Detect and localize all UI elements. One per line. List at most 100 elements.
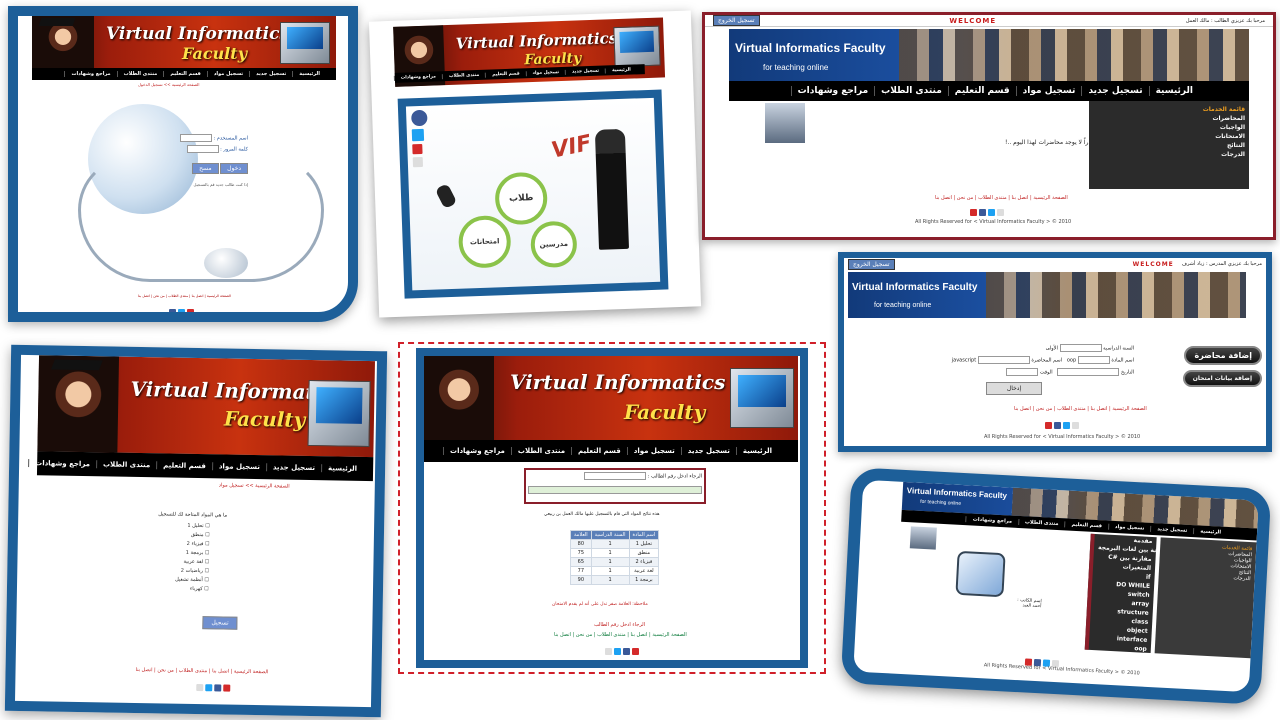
youtube-icon[interactable] (632, 648, 639, 655)
add-lecture-button[interactable]: إضافة محاضرة (1184, 346, 1262, 365)
google-icon[interactable] (196, 684, 204, 692)
register-note[interactable]: إذا كنت طالب جديد قم بالتسجيل (158, 182, 248, 187)
menu-item-results[interactable]: النتائج (1089, 141, 1249, 150)
menu-item-grades[interactable]: الدرجات (1089, 150, 1249, 159)
nav-education[interactable]: قسم التعليم (156, 461, 212, 471)
nav-courses[interactable]: تسجيل مواد (211, 462, 266, 472)
nav-register[interactable]: تسجيل جديد (1150, 525, 1194, 535)
nav-references[interactable]: مراجع وشهادات (393, 73, 443, 81)
twitter-icon[interactable] (614, 648, 621, 655)
menu-item-exams[interactable]: الامتحانات (1089, 132, 1249, 141)
nav-register[interactable]: تسجيل جديد (680, 447, 736, 455)
username-input[interactable] (179, 134, 212, 142)
nav-references[interactable]: مراجع وشهادات (64, 71, 116, 77)
submit-lecture-button[interactable]: إدخال (985, 382, 1043, 395)
facebook-icon[interactable] (1054, 422, 1061, 429)
facebook-icon[interactable] (411, 109, 428, 127)
nav-register[interactable]: تسجيل جديد (564, 67, 606, 75)
youtube-icon[interactable] (187, 309, 194, 312)
clear-button[interactable]: مسح (192, 163, 219, 174)
nav-register[interactable]: تسجيل جديد (249, 71, 292, 77)
footer-links[interactable]: الصفحة الرئيسية | اتصل بنا | منتدى الطلا… (554, 632, 687, 638)
nav-education[interactable]: قسم التعليم (163, 71, 206, 77)
footer-links[interactable]: الصفحة الرئيسية | اتصل بنا | منتدى الطلا… (138, 294, 231, 298)
no-lectures-message: عذراً لا يوجد محاضرات لهذا اليوم ..! (1005, 139, 1096, 146)
author-name: أحمد العبد (1022, 603, 1042, 610)
course-option[interactable]: ☐ كهرباء (175, 585, 209, 595)
facebook-icon[interactable] (979, 209, 986, 216)
table-row: برمجة 1 1 90 (570, 575, 660, 585)
youtube-icon[interactable] (970, 209, 977, 216)
google-icon[interactable] (997, 209, 1004, 216)
course-select[interactable] (1077, 356, 1110, 364)
search-button[interactable] (528, 486, 702, 494)
nav-courses[interactable]: تسجيل مواد (626, 447, 681, 455)
nav-courses[interactable]: تسجيل مواد (206, 71, 249, 77)
footer-links[interactable]: الصفحة الرئيسية | اتصل بنا | منتدى الطلا… (136, 667, 269, 675)
nav-home[interactable]: الرئيسية (320, 464, 364, 473)
nav-references[interactable]: مراجع وشهادات (443, 447, 511, 455)
copyright: All Rights Reserved for < Virtual Inform… (984, 434, 1141, 440)
year-select[interactable] (1059, 344, 1102, 352)
nav-education[interactable]: قسم التعليم (1064, 521, 1109, 530)
nav-forum[interactable]: منتدى الطلاب (510, 447, 571, 455)
nav-education[interactable]: قسم التعليم (485, 70, 526, 78)
nav-forum[interactable]: منتدى الطلاب (116, 71, 164, 77)
footer-links[interactable]: الصفحة الرئيسية | اتصل بنا | منتدى الطلا… (1014, 406, 1147, 412)
nav-home[interactable]: الرئيسية (292, 71, 326, 77)
register-courses-button[interactable]: تسجيل (202, 616, 238, 630)
password-input[interactable] (186, 145, 219, 153)
menu-item-lectures[interactable]: المحاضرات (1089, 114, 1249, 123)
nav-register[interactable]: تسجيل جديد (265, 463, 322, 473)
password-label: كلمة المرور : (220, 146, 248, 153)
logout-button[interactable]: تسجيل الخروج (848, 258, 895, 270)
copyright: All Rights Reserved for < Virtual Inform… (915, 219, 1072, 225)
youtube-icon[interactable] (412, 143, 423, 155)
nav-references[interactable]: مراجع وشهادات (790, 86, 875, 96)
login-button[interactable]: دخول (220, 163, 248, 174)
circle-exams[interactable]: امتحانات (457, 214, 512, 269)
google-icon[interactable] (605, 648, 612, 655)
facebook-icon[interactable] (623, 648, 630, 655)
date-input[interactable] (1057, 368, 1120, 376)
nav-references[interactable]: مراجع وشهادات (965, 516, 1019, 525)
circle-students[interactable]: طلاب (494, 171, 549, 226)
twitter-icon[interactable] (411, 128, 425, 142)
welcome-text: WELCOME (1132, 260, 1174, 268)
nav-education[interactable]: قسم التعليم (947, 86, 1016, 96)
services-menu-small: قائمة الخدمات المحاضرات الواجبات الامتحا… (1154, 537, 1257, 659)
logout-button[interactable]: تسجيل الخروج (713, 15, 760, 26)
nav-courses[interactable]: تسجيل مواد (525, 69, 566, 76)
circle-teachers[interactable]: مدرسين (530, 220, 578, 269)
course-option[interactable]: ☐ أنظمة تشغيل (175, 576, 209, 586)
nav-forum[interactable]: منتدى الطلاب (95, 460, 157, 470)
nav-home[interactable]: الرئيسية (1148, 86, 1199, 96)
menu-item-homework[interactable]: الواجبات (1089, 123, 1249, 132)
nav-forum[interactable]: منتدى الطلاب (874, 86, 948, 96)
nav-home[interactable]: الرئيسية (735, 447, 778, 455)
nav-forum[interactable]: منتدى الطلاب (1017, 518, 1065, 528)
lecture-name-input[interactable] (977, 356, 1030, 364)
nav-courses[interactable]: تسجيل مواد (1107, 523, 1151, 532)
youtube-icon[interactable] (1045, 422, 1052, 429)
nav-home[interactable]: الرئيسية (1193, 528, 1228, 536)
add-exam-button[interactable]: إضافة بيانات امتحان (1182, 370, 1262, 387)
facebook-icon[interactable] (214, 684, 222, 692)
nav-education[interactable]: قسم التعليم (571, 447, 627, 455)
twitter-icon[interactable] (1063, 422, 1070, 429)
student-number-input[interactable] (584, 472, 647, 480)
nav-forum[interactable]: منتدى الطلاب (441, 72, 486, 79)
nav-register[interactable]: تسجيل جديد (1081, 86, 1148, 96)
time-input[interactable] (1006, 368, 1039, 376)
nav-references[interactable]: مراجع وشهادات (28, 459, 97, 469)
twitter-icon[interactable] (988, 209, 995, 216)
twitter-icon[interactable] (178, 309, 185, 312)
youtube-icon[interactable] (223, 684, 231, 692)
google-icon[interactable] (1072, 422, 1079, 429)
twitter-icon[interactable] (205, 684, 213, 692)
facebook-icon[interactable] (169, 309, 176, 312)
nav-home[interactable]: الرئيسية (604, 66, 637, 73)
nav-courses[interactable]: تسجيل مواد (1015, 86, 1082, 96)
social-icons (604, 640, 640, 659)
google-icon[interactable] (412, 156, 424, 168)
